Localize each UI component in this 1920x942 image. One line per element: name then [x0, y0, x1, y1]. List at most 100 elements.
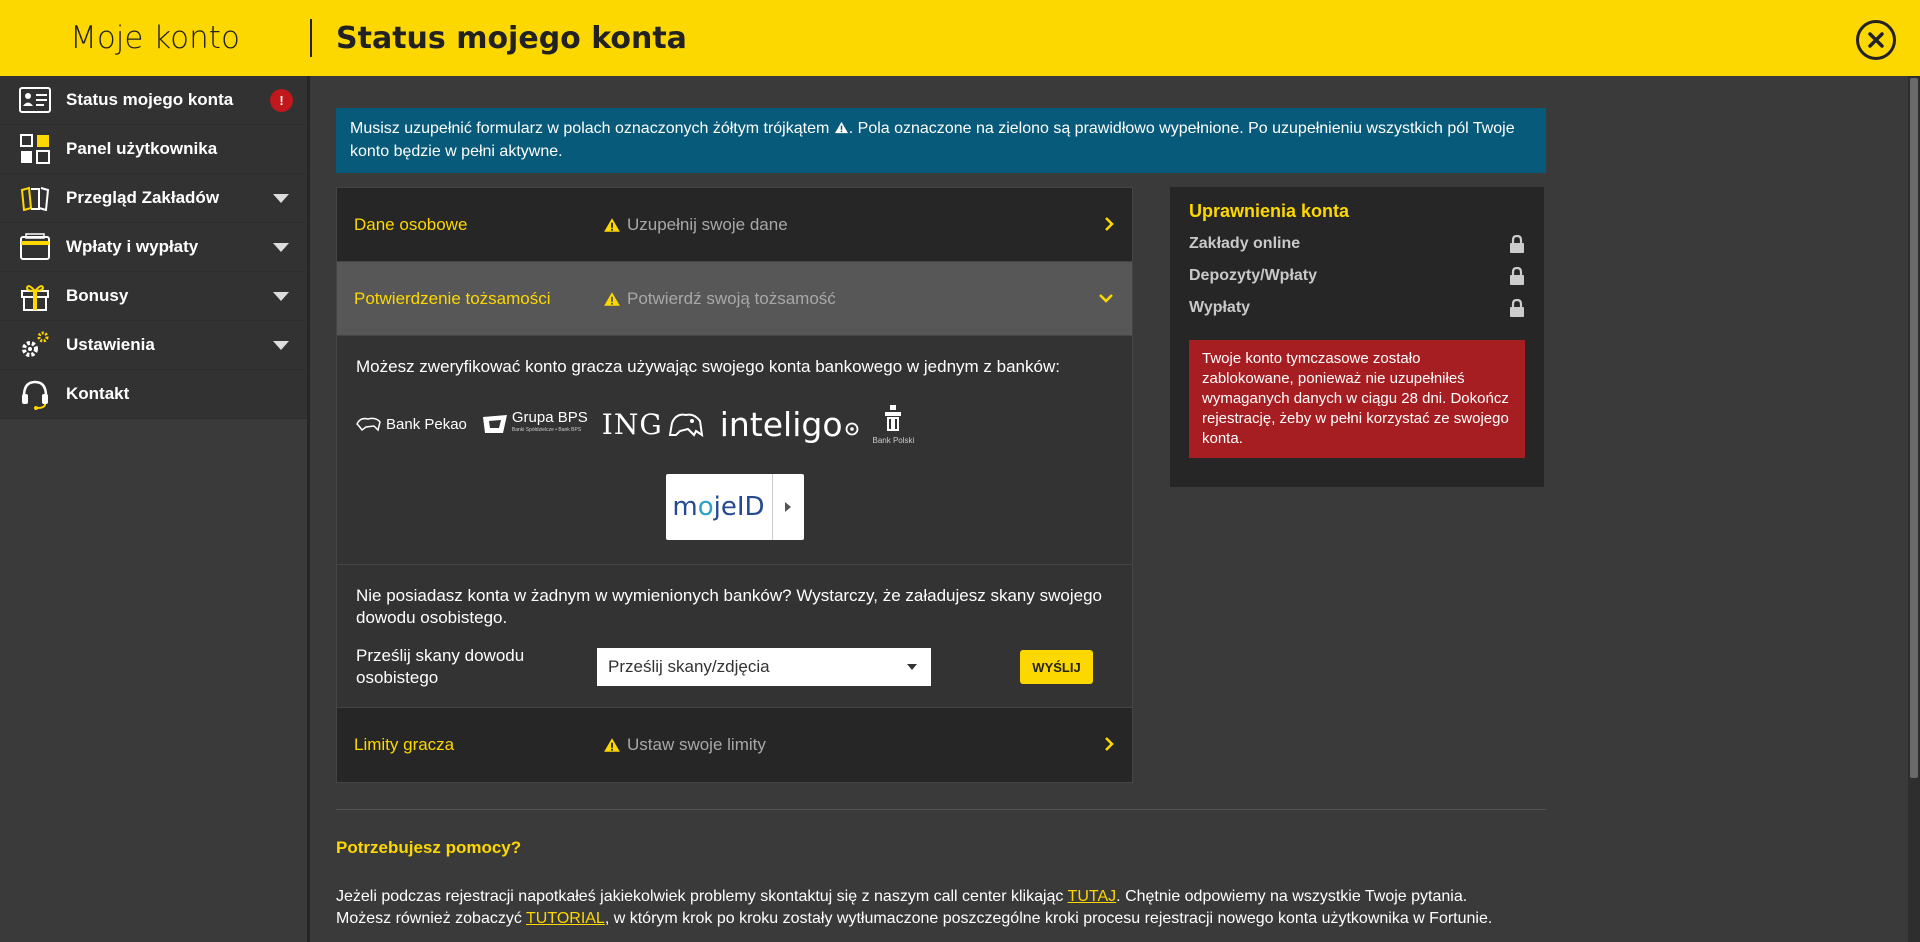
chevron-down-icon — [273, 341, 289, 350]
wallet-icon — [18, 230, 52, 264]
no-account-text: Nie posiadasz konta w żadnym w wymienion… — [356, 586, 1102, 627]
sidebar-item-bonuses[interactable]: Bonusy — [0, 272, 307, 321]
call-center-link[interactable]: TUTAJ — [1068, 888, 1117, 905]
chevron-down-icon — [273, 292, 289, 301]
sidebar-item-settings[interactable]: Ustawienia — [0, 321, 307, 370]
sidebar-item-label: Panel użytkownika — [66, 139, 218, 158]
header-divider — [310, 19, 312, 57]
accordion-status-text: Uzupełnij swoje dane — [627, 214, 788, 234]
mojeid-logo: mojeID — [666, 492, 772, 522]
alert-badge: ! — [270, 89, 293, 112]
rights-title: Uprawnienia konta — [1189, 201, 1350, 221]
main-content: Musisz uzupełnić formularz w polach ozna… — [336, 76, 1546, 930]
lock-icon — [1510, 298, 1524, 317]
scrollbar-thumb[interactable] — [1910, 78, 1918, 778]
help-text-part: Jeżeli podczas rejestracji napotkałeś ja… — [336, 888, 1068, 905]
chevron-right-icon — [1104, 736, 1114, 757]
tutorial-link[interactable]: TUTORIAL — [526, 910, 605, 927]
sidebar-item-status[interactable]: Status mojego konta ! — [0, 76, 307, 125]
dashboard-grid-icon — [18, 132, 52, 166]
sidebar-item-label: Status mojego konta — [66, 90, 234, 109]
bison-icon — [356, 417, 381, 432]
bank-subtitle: Bank Polski — [872, 435, 915, 445]
accordion-status-text: Potwierdź swoją tożsamość — [627, 288, 836, 308]
mojeid-logo-part: jeID — [713, 492, 765, 522]
sidebar-item-label: Ustawienia — [66, 335, 155, 354]
warning-icon — [604, 291, 620, 306]
identity-bank-panel: Możesz zweryfikować konto gracza używają… — [337, 336, 1132, 565]
sidebar-item-label: Bonusy — [66, 286, 129, 305]
top-header: Moje konto Status mojego konta — [0, 0, 1920, 76]
close-button[interactable] — [1856, 20, 1896, 60]
sidebar-item-contact[interactable]: Kontakt — [0, 370, 307, 419]
warning-icon — [604, 217, 620, 232]
bank-name: inteligo — [719, 404, 843, 444]
chevron-right-icon — [1104, 216, 1114, 237]
headset-icon — [18, 377, 52, 411]
caret-right-icon — [773, 501, 804, 513]
sidebar-item-bets[interactable]: Przegląd Zakładów — [0, 174, 307, 223]
right-row: Wypłaty — [1189, 292, 1525, 324]
help-text-part: , w którym krok po kroku zostały wytłuma… — [604, 910, 1493, 927]
mojeid-button[interactable]: mojeID — [665, 474, 804, 540]
gift-icon — [18, 279, 52, 313]
accordion-limits[interactable]: Limity gracza Ustaw swoje limity — [337, 708, 1132, 782]
account-blocked-alert: Twoje konto tymczasowe zostało zablokowa… — [1189, 340, 1525, 458]
verification-accordion: Dane osobowe Uzupełnij swoje dane Potwie… — [336, 187, 1133, 783]
accordion-personal-data[interactable]: Dane osobowe Uzupełnij swoje dane — [337, 188, 1132, 262]
lion-icon — [668, 413, 704, 438]
bank-inteligo-logo[interactable]: inteligo — [720, 405, 859, 444]
page-scrollbar[interactable] — [1908, 76, 1920, 942]
page-title: Status mojego konta — [336, 20, 687, 56]
bank-verify-intro: Możesz zweryfikować konto gracza używają… — [356, 357, 1060, 376]
lock-icon — [1510, 266, 1524, 285]
warning-icon — [834, 119, 849, 141]
bps-mark-icon — [482, 415, 507, 433]
identity-upload-panel: Nie posiadasz konta w żadnym w wymienion… — [337, 565, 1132, 708]
accordion-status: Ustaw swoje limity — [603, 735, 766, 755]
bank-logos: Bank Pekao Grupa BPS Banki Spółdzielcze … — [356, 388, 1113, 460]
accordion-title: Dane osobowe — [354, 214, 468, 234]
send-button[interactable]: WYŚLIJ — [1020, 650, 1093, 684]
warning-icon — [604, 738, 620, 752]
bank-ing-logo[interactable]: ING — [602, 408, 706, 441]
bank-name: Grupa BPS — [511, 409, 588, 426]
bank-name: ING — [601, 407, 663, 441]
bank-pko-logo[interactable]: Bank Polski — [872, 404, 915, 445]
chevron-down-icon — [907, 664, 917, 670]
right-label: Wypłaty — [1189, 299, 1251, 316]
help-text-part: . Chętnie odpowiemy na wszystkie Twoje p… — [1116, 888, 1468, 905]
help-text: Jeżeli podczas rejestracji napotkałeś ja… — [336, 886, 1546, 930]
mojeid-logo-part: m — [672, 492, 698, 522]
close-icon — [1868, 32, 1884, 48]
sidebar-item-label: Wpłaty i wypłaty — [66, 237, 199, 256]
chevron-down-icon — [1098, 290, 1114, 308]
sidebar: Status mojego konta ! Panel użytkownika … — [0, 76, 310, 942]
upload-select[interactable]: Prześlij skany/zdjęcia — [597, 648, 931, 686]
sidebar-item-panel[interactable]: Panel użytkownika — [0, 125, 307, 174]
banner-text-before: Musisz uzupełnić formularz w polach ozna… — [350, 120, 830, 137]
accordion-title: Limity gracza — [354, 735, 455, 754]
status-card-icon — [18, 83, 52, 117]
sidebar-item-label: Przegląd Zakładów — [66, 188, 220, 207]
bank-bps-logo[interactable]: Grupa BPS Banki Spółdzielcze • Bank BPS — [481, 409, 588, 436]
bank-subtitle: Banki Spółdzielcze • Bank BPS — [511, 427, 582, 433]
accordion-identity[interactable]: Potwierdzenie tożsamości Potwierdź swoją… — [337, 262, 1132, 336]
right-row: Zakłady online — [1189, 228, 1525, 260]
inteligo-circle-icon — [845, 422, 858, 436]
info-banner: Musisz uzupełnić formularz w polach ozna… — [336, 108, 1546, 173]
right-label: Depozyty/Wpłaty — [1189, 267, 1318, 284]
upload-label: Prześlij skany dowodu osobistego — [356, 646, 525, 687]
mojeid-logo-part: o — [697, 492, 714, 522]
chevron-down-icon — [273, 194, 289, 203]
sidebar-item-payments[interactable]: Wpłaty i wypłaty — [0, 223, 307, 272]
accordion-status: Potwierdź swoją tożsamość — [603, 289, 836, 309]
accordion-status: Uzupełnij swoje dane — [603, 215, 788, 235]
account-title: Moje konto — [70, 20, 240, 56]
gears-icon — [18, 328, 52, 362]
bank-name: Bank Pekao — [386, 415, 467, 433]
section-divider — [336, 809, 1546, 810]
lock-icon — [1510, 234, 1524, 253]
right-row: Depozyty/Wpłaty — [1189, 260, 1525, 292]
bank-pekao-logo[interactable]: Bank Pekao — [356, 416, 467, 433]
